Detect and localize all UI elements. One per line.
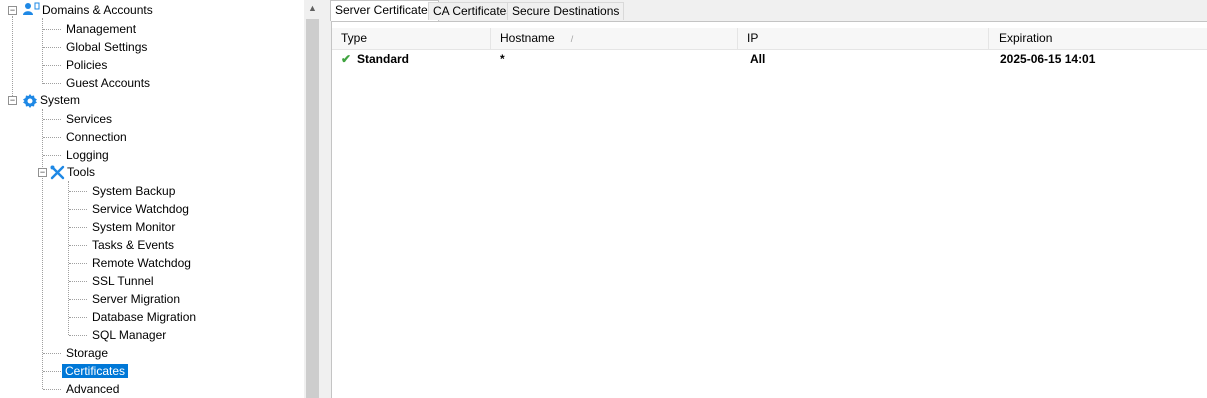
tree-connector <box>43 119 61 120</box>
column-header-type[interactable]: Type <box>332 28 491 49</box>
tree-connector <box>68 181 69 335</box>
tree-item-server-migration[interactable]: Server Migration <box>89 290 183 308</box>
tree-item-sql-manager[interactable]: SQL Manager <box>89 326 169 344</box>
tree-item-remote-watchdog[interactable]: Remote Watchdog <box>89 254 194 272</box>
users-icon <box>23 2 40 15</box>
column-header-expiration[interactable]: Expiration <box>990 28 1207 49</box>
gear-icon <box>23 94 37 108</box>
tree-item-connection[interactable]: Connection <box>63 128 130 146</box>
tree-connector <box>69 191 87 192</box>
tools-icon <box>50 165 65 180</box>
sort-indicator-icon: / <box>570 34 574 44</box>
tab-strip: Server Certificates CA Certificates Secu… <box>330 0 1207 21</box>
tab-ca-certificates[interactable]: CA Certificates <box>428 2 518 20</box>
tree-item-service-watchdog[interactable]: Service Watchdog <box>89 200 192 218</box>
tree-connector <box>43 137 61 138</box>
tree-connector <box>12 16 13 100</box>
grid-header: Type Hostname / IP Expiration <box>332 28 1207 50</box>
column-header-hostname[interactable]: Hostname / <box>491 28 738 49</box>
table-row[interactable]: ✔ Standard * All 2025-06-15 14:01 <box>332 50 1207 68</box>
tree-connector <box>69 245 87 246</box>
pane-splitter[interactable] <box>321 0 326 398</box>
tree-item-system[interactable]: System <box>37 91 83 109</box>
tree-connector <box>43 389 61 390</box>
tree-connector <box>69 263 87 264</box>
cell-type: Standard <box>357 52 410 66</box>
tree-connector <box>69 281 87 282</box>
tree-connector <box>69 227 87 228</box>
scroll-thumb[interactable] <box>306 19 319 398</box>
tree-connector <box>43 371 61 372</box>
collapse-toggle-tools[interactable]: − <box>38 168 47 177</box>
tree-connector <box>69 209 87 210</box>
tree-item-system-backup[interactable]: System Backup <box>89 182 178 200</box>
tree-connector <box>43 83 61 84</box>
tab-server-certificates[interactable]: Server Certificates <box>330 0 439 21</box>
tree-item-guest-accounts[interactable]: Guest Accounts <box>63 74 153 92</box>
tree-item-advanced[interactable]: Advanced <box>63 380 122 398</box>
tree-connector <box>43 47 61 48</box>
tree-connector <box>42 109 43 389</box>
tree-item-logging[interactable]: Logging <box>63 146 112 164</box>
column-header-ip[interactable]: IP <box>738 28 989 49</box>
cell-ip: All <box>750 52 766 66</box>
tree-item-storage[interactable]: Storage <box>63 344 111 362</box>
tree-connector <box>69 335 87 336</box>
tree-item-system-monitor[interactable]: System Monitor <box>89 218 178 236</box>
cell-hostname: * <box>500 52 505 66</box>
tree-item-tasks-events[interactable]: Tasks & Events <box>89 236 177 254</box>
tree-scrollbar[interactable]: ▲ <box>304 0 321 398</box>
tree-connector <box>43 29 61 30</box>
tree-item-tools[interactable]: Tools <box>64 163 98 181</box>
tree-item-policies[interactable]: Policies <box>63 56 110 74</box>
tree-item-domains-accounts[interactable]: Domains & Accounts <box>39 1 156 19</box>
collapse-toggle-domains[interactable]: − <box>8 6 17 15</box>
tree-connector <box>43 65 61 66</box>
tree-connector <box>69 299 87 300</box>
tree-item-global-settings[interactable]: Global Settings <box>63 38 150 56</box>
tree-connector <box>42 18 43 84</box>
tree-item-database-migration[interactable]: Database Migration <box>89 308 199 326</box>
tab-secure-destinations[interactable]: Secure Destinations <box>507 2 625 20</box>
tree-item-services[interactable]: Services <box>63 110 115 128</box>
navigation-tree[interactable]: − Domains & Accounts Management Global S… <box>0 0 304 398</box>
tree-item-management[interactable]: Management <box>63 20 139 38</box>
check-icon: ✔ <box>341 52 352 66</box>
collapse-toggle-system[interactable]: − <box>8 96 17 105</box>
tree-connector <box>69 317 87 318</box>
certificates-panel: Type Hostname / IP Expiration ✔ Standard … <box>331 21 1207 398</box>
tree-connector <box>43 155 61 156</box>
tree-item-certificates[interactable]: Certificates <box>62 362 129 380</box>
tree-item-ssl-tunnel[interactable]: SSL Tunnel <box>89 272 157 290</box>
cell-expiration: 2025-06-15 14:01 <box>1000 52 1096 66</box>
scroll-up-button[interactable]: ▲ <box>304 0 321 17</box>
tree-connector <box>43 353 61 354</box>
